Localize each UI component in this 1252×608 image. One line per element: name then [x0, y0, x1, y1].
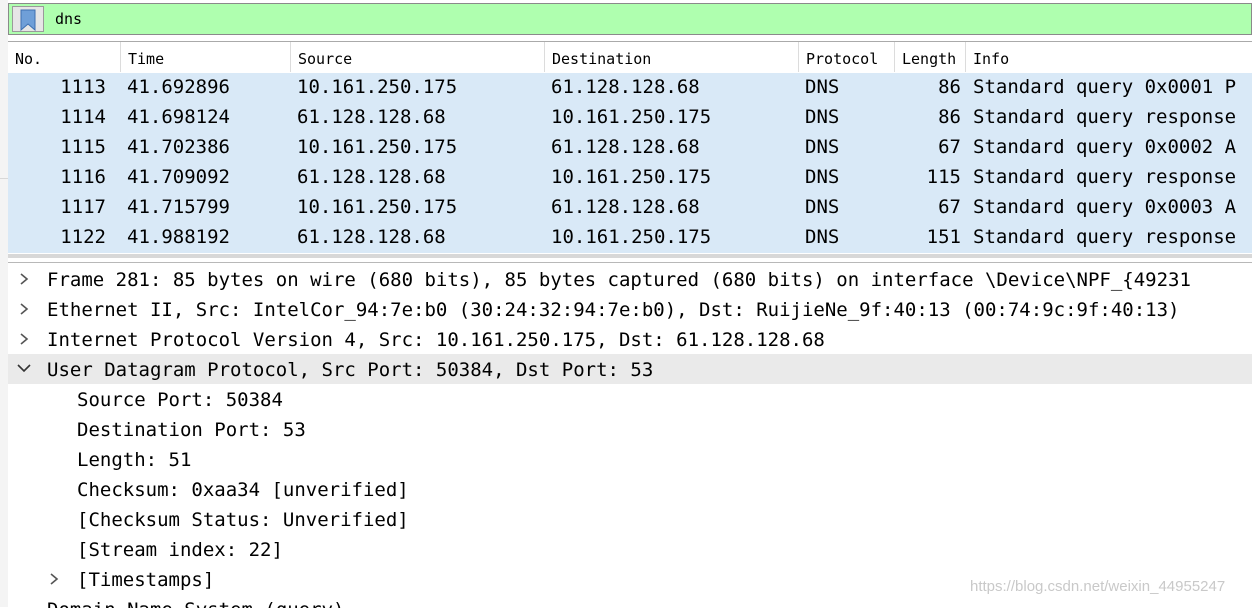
- watermark: https://blog.csdn.net/weixin_44955247: [970, 578, 1226, 595]
- cell-destination: 10.161.250.175: [551, 106, 712, 128]
- column-header-length[interactable]: Length: [895, 42, 966, 72]
- cell-no: 1117: [60, 196, 106, 218]
- cell-time: 41.692896: [127, 76, 230, 98]
- filter-bookmark-button[interactable]: [12, 6, 44, 32]
- tree-item-length[interactable]: Length: 51: [8, 444, 1252, 474]
- cell-info: Standard query response: [973, 226, 1237, 248]
- tree-item-label: Checksum: 0xaa34 [unverified]: [77, 479, 409, 501]
- tree-item-ip[interactable]: Internet Protocol Version 4, Src: 10.161…: [8, 324, 1252, 354]
- filter-input[interactable]: dns: [55, 4, 82, 34]
- tree-item-dns[interactable]: Domain Name System (query): [8, 594, 1252, 608]
- tree-item-src-port[interactable]: Source Port: 50384: [8, 384, 1252, 414]
- tree-item-label: Ethernet II, Src: IntelCor_94:7e:b0 (30:…: [47, 299, 1180, 321]
- cell-info: Standard query 0x0003 A: [973, 196, 1237, 218]
- cell-no: 1114: [60, 106, 106, 128]
- chevron-down-icon[interactable]: [17, 354, 31, 384]
- cell-protocol: DNS: [805, 106, 840, 128]
- cell-protocol: DNS: [805, 76, 840, 98]
- cell-info: Standard query 0x0001 P: [973, 76, 1237, 98]
- tree-item-frame[interactable]: Frame 281: 85 bytes on wire (680 bits), …: [8, 264, 1252, 294]
- column-header-time[interactable]: Time: [121, 42, 291, 72]
- tree-item-dst-port[interactable]: Destination Port: 53: [8, 414, 1252, 444]
- column-header-info[interactable]: Info: [966, 42, 1252, 72]
- packet-list[interactable]: No. Time Source Destination Protocol Len…: [8, 41, 1252, 258]
- cell-protocol: DNS: [805, 166, 840, 188]
- display-filter-bar[interactable]: dns: [8, 3, 1252, 35]
- tree-item-label: Frame 281: 85 bytes on wire (680 bits), …: [47, 269, 1191, 291]
- cell-time: 41.715799: [127, 196, 230, 218]
- cell-destination: 10.161.250.175: [551, 166, 712, 188]
- packet-list-scrollbar[interactable]: [8, 254, 1252, 258]
- packet-list-header: No. Time Source Destination Protocol Len…: [8, 42, 1252, 72]
- packet-row[interactable]: 1116 41.709092 61.128.128.68 10.161.250.175…: [8, 163, 1252, 193]
- cell-no: 1122: [60, 226, 106, 248]
- cell-length: 86: [938, 106, 961, 128]
- cell-destination: 10.161.250.175: [551, 226, 712, 248]
- packet-row[interactable]: 1117 41.715799 10.161.250.175 61.128.128.68…: [8, 193, 1252, 223]
- packet-row[interactable]: 1114 41.698124 61.128.128.68 10.161.250.175…: [8, 103, 1252, 133]
- column-header-source[interactable]: Source: [291, 42, 545, 72]
- cell-no: 1115: [60, 136, 106, 158]
- tree-item-label: Source Port: 50384: [77, 389, 283, 411]
- cell-time: 41.988192: [127, 226, 230, 248]
- tree-item-checksum[interactable]: Checksum: 0xaa34 [unverified]: [8, 474, 1252, 504]
- cell-source: 61.128.128.68: [297, 166, 446, 188]
- cell-source: 10.161.250.175: [297, 196, 458, 218]
- gutter-divider: [0, 178, 8, 179]
- cell-source: 61.128.128.68: [297, 106, 446, 128]
- cell-time: 41.702386: [127, 136, 230, 158]
- cell-length: 151: [926, 226, 961, 248]
- chevron-right-icon[interactable]: [49, 564, 63, 594]
- cell-destination: 61.128.128.68: [551, 196, 700, 218]
- packet-row[interactable]: 1122 41.988192 61.128.128.68 10.161.250.175…: [8, 223, 1252, 253]
- tree-item-label: [Stream index: 22]: [77, 539, 283, 561]
- cell-info: Standard query response: [973, 166, 1237, 188]
- cell-protocol: DNS: [805, 226, 840, 248]
- cell-length: 115: [926, 166, 961, 188]
- packet-row[interactable]: 1115 41.702386 10.161.250.175 61.128.128.68…: [8, 133, 1252, 163]
- cell-source: 10.161.250.175: [297, 136, 458, 158]
- tree-item-udp[interactable]: User Datagram Protocol, Src Port: 50384,…: [8, 354, 1252, 384]
- cell-source: 61.128.128.68: [297, 226, 446, 248]
- column-header-destination[interactable]: Destination: [545, 42, 799, 72]
- cell-info: Standard query 0x0002 A: [973, 136, 1237, 158]
- cell-info: Standard query response: [973, 106, 1237, 128]
- tree-item-label: Destination Port: 53: [77, 419, 306, 441]
- tree-item-label: Domain Name System (query): [47, 594, 344, 608]
- cell-no: 1113: [60, 76, 106, 98]
- packet-details-pane[interactable]: Frame 281: 85 bytes on wire (680 bits), …: [8, 262, 1252, 608]
- chevron-right-icon[interactable]: [19, 324, 33, 354]
- tree-item-label: [Checksum Status: Unverified]: [77, 509, 409, 531]
- chevron-right-icon[interactable]: [19, 294, 33, 324]
- packet-rows: 1113 41.692896 10.161.250.175 61.128.128.68…: [8, 73, 1252, 253]
- cell-length: 86: [938, 76, 961, 98]
- tree-item-ethernet[interactable]: Ethernet II, Src: IntelCor_94:7e:b0 (30:…: [8, 294, 1252, 324]
- cell-length: 67: [938, 196, 961, 218]
- tree-item-stream-index[interactable]: [Stream index: 22]: [8, 534, 1252, 564]
- cell-time: 41.698124: [127, 106, 230, 128]
- chevron-right-icon[interactable]: [19, 264, 33, 294]
- tree-item-label: Length: 51: [77, 449, 192, 471]
- cell-destination: 61.128.128.68: [551, 136, 700, 158]
- cell-time: 41.709092: [127, 166, 230, 188]
- tree-item-checksum-status[interactable]: [Checksum Status: Unverified]: [8, 504, 1252, 534]
- tree-item-label: [Timestamps]: [77, 569, 215, 591]
- left-gutter: [0, 0, 8, 607]
- cell-source: 10.161.250.175: [297, 76, 458, 98]
- cell-destination: 61.128.128.68: [551, 76, 700, 98]
- cell-no: 1116: [60, 166, 106, 188]
- cell-protocol: DNS: [805, 136, 840, 158]
- column-header-protocol[interactable]: Protocol: [799, 42, 895, 72]
- packet-row[interactable]: 1113 41.692896 10.161.250.175 61.128.128.68…: [8, 73, 1252, 103]
- column-header-no[interactable]: No.: [8, 42, 121, 72]
- tree-item-label: User Datagram Protocol, Src Port: 50384,…: [47, 359, 654, 381]
- cell-length: 67: [938, 136, 961, 158]
- tree-item-label: Internet Protocol Version 4, Src: 10.161…: [47, 329, 825, 351]
- cell-protocol: DNS: [805, 196, 840, 218]
